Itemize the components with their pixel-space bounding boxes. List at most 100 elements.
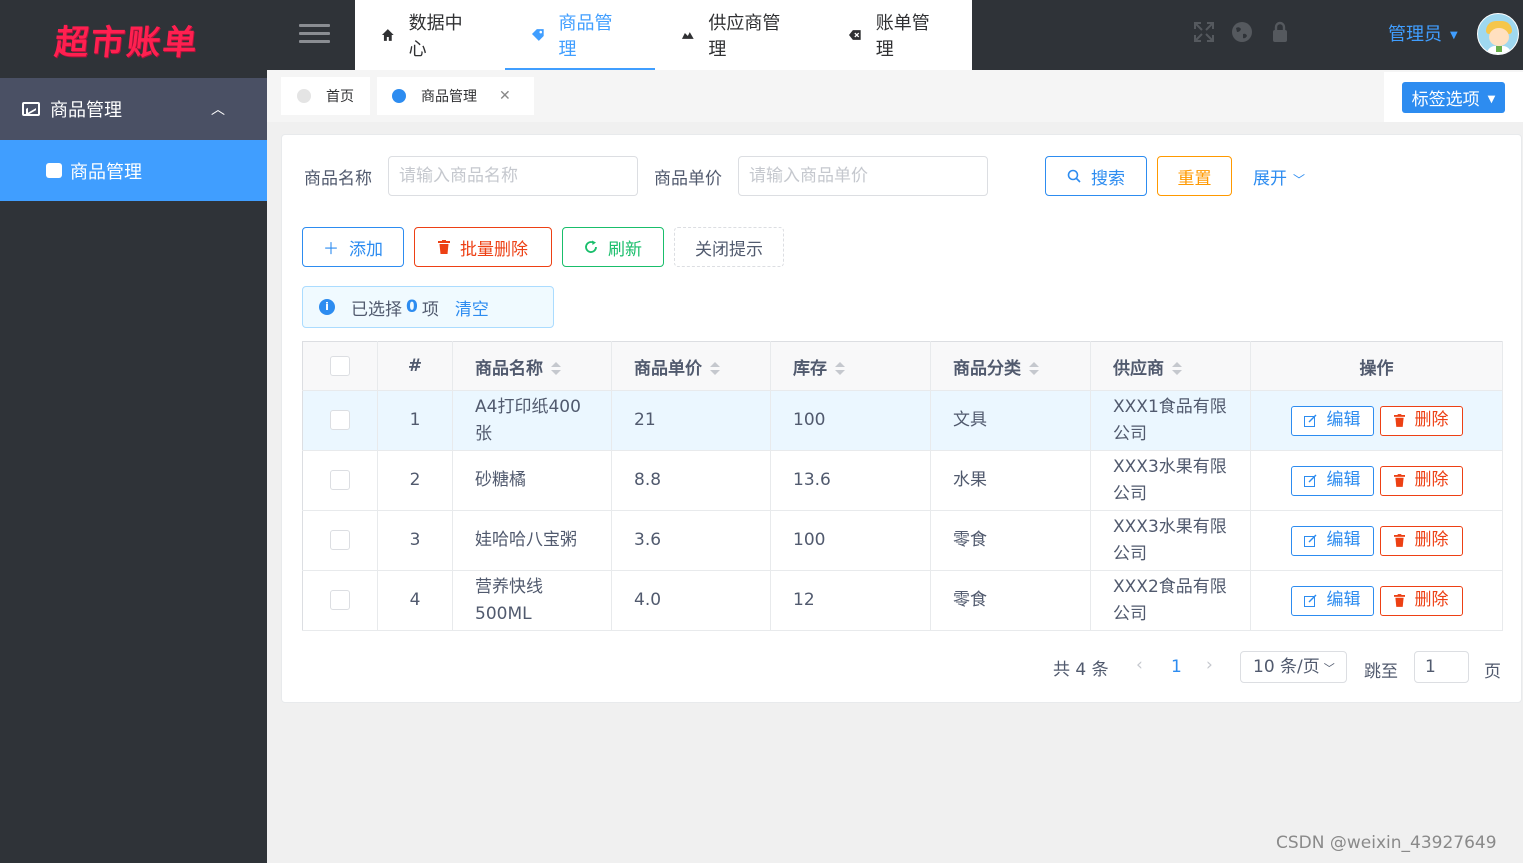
- backspace-icon: [849, 30, 861, 40]
- page-number[interactable]: 1: [1171, 657, 1182, 677]
- caret-down-icon: ▼: [1487, 94, 1496, 105]
- trash-icon: [1393, 534, 1405, 547]
- sort-icon[interactable]: [710, 361, 720, 376]
- main-card: 商品名称 商品单价 搜索 重置 展开 ﹀ ＋ 添加 批量删除 刷新 关闭提示 i …: [281, 134, 1522, 703]
- jump-label: 跳至: [1364, 662, 1398, 682]
- edit-icon: [1303, 414, 1316, 427]
- batch-delete-button[interactable]: 批量删除: [414, 227, 552, 267]
- batch-delete-label: 批量删除: [460, 239, 528, 260]
- edit-button[interactable]: 编辑: [1290, 405, 1374, 436]
- sort-icon[interactable]: [835, 361, 845, 376]
- select-all-checkbox[interactable]: [330, 356, 350, 376]
- edit-button[interactable]: 编辑: [1290, 525, 1374, 556]
- jump-input[interactable]: 1: [1414, 651, 1469, 683]
- edit-button[interactable]: 编辑: [1290, 585, 1374, 616]
- page-size-select[interactable]: 10 条/页 ﹀: [1240, 651, 1347, 683]
- sort-icon[interactable]: [1029, 361, 1039, 376]
- topnav-tab-data-center[interactable]: 数据中心: [355, 0, 505, 70]
- trash-icon: [1393, 474, 1405, 487]
- menu-toggle-icon[interactable]: [299, 24, 330, 44]
- reset-button-label: 重置: [1177, 168, 1212, 189]
- cell-name: 营养快线500ML: [452, 570, 612, 631]
- delete-label: 删除: [1414, 530, 1449, 550]
- column-header-stock[interactable]: 库存: [770, 341, 931, 391]
- table-row[interactable]: 3 娃哈哈八宝粥 3.6 100 零食 XXX3水果有限公司 编辑 删除: [302, 510, 1503, 571]
- globe-icon[interactable]: [1230, 20, 1254, 44]
- topnav-tab-supplier[interactable]: 供应商管理: [655, 0, 822, 70]
- column-header-supplier[interactable]: 供应商: [1090, 341, 1251, 391]
- user-name: 管理员: [1388, 24, 1442, 45]
- chevron-right-icon[interactable]: ›: [1206, 655, 1213, 675]
- dot-icon: [392, 89, 406, 103]
- column-header: #: [377, 341, 453, 391]
- refresh-icon: [585, 240, 597, 253]
- chevron-down-icon: ﹀: [1293, 173, 1306, 187]
- cell-name: 娃哈哈八宝粥: [452, 510, 612, 571]
- selected-count: 0: [406, 297, 418, 317]
- row-check-cell: [302, 450, 378, 511]
- cell-supplier: XXX3水果有限公司: [1090, 450, 1251, 511]
- column-header-price[interactable]: 商品单价: [611, 341, 771, 391]
- delete-label: 删除: [1414, 410, 1449, 430]
- sidebar-item-goods[interactable]: 商品管理: [0, 140, 267, 201]
- close-icon[interactable]: ✕: [499, 88, 511, 104]
- expand-link[interactable]: 展开 ﹀: [1253, 164, 1305, 189]
- expand-label: 展开: [1253, 169, 1287, 189]
- search-button[interactable]: 搜索: [1045, 156, 1147, 196]
- table-row[interactable]: 4 营养快线500ML 4.0 12 零食 XXX2食品有限公司 编辑 删除: [302, 570, 1503, 631]
- sidebar-group-goods[interactable]: 商品管理 ︿: [0, 78, 267, 140]
- row-checkbox[interactable]: [330, 470, 350, 490]
- select-all-cell: [302, 341, 378, 391]
- cell-actions: 编辑 删除: [1250, 390, 1503, 451]
- clear-selection-link[interactable]: 清空: [455, 295, 489, 320]
- row-check-cell: [302, 570, 378, 631]
- add-button[interactable]: ＋ 添加: [302, 227, 404, 267]
- fullscreen-icon[interactable]: [1192, 20, 1216, 44]
- chevron-down-icon: ﹀: [1323, 662, 1335, 675]
- topnav-tab-bill[interactable]: 账单管理: [822, 0, 972, 70]
- edit-button[interactable]: 编辑: [1290, 465, 1374, 496]
- topnav-tab-goods[interactable]: 商品管理: [504, 0, 655, 70]
- row-checkbox[interactable]: [330, 530, 350, 550]
- avatar[interactable]: [1477, 13, 1519, 55]
- row-checkbox[interactable]: [330, 590, 350, 610]
- user-menu[interactable]: 管理员 ▼: [1388, 20, 1458, 46]
- cell-stock: 100: [770, 390, 931, 451]
- refresh-label: 刷新: [608, 239, 642, 260]
- trash-icon: [438, 240, 450, 254]
- column-header-category[interactable]: 商品分类: [930, 341, 1091, 391]
- refresh-button[interactable]: 刷新: [562, 227, 664, 267]
- close-tip-button[interactable]: 关闭提示: [674, 227, 784, 267]
- tab-bar: 首页 商品管理 ✕ 标签选项 ▼: [267, 70, 1523, 122]
- logo[interactable]: 超市账单: [0, 0, 267, 78]
- delete-button[interactable]: 删除: [1379, 525, 1463, 556]
- tab-options: 标签选项 ▼: [1384, 72, 1523, 122]
- edit-icon: [1303, 594, 1316, 607]
- header-icons: [1192, 20, 1292, 44]
- tab-options-button[interactable]: 标签选项 ▼: [1401, 81, 1506, 113]
- topnav-tab-label: 商品管理: [558, 13, 613, 60]
- edit-label: 编辑: [1326, 470, 1361, 490]
- delete-button[interactable]: 删除: [1379, 405, 1463, 436]
- goods-name-input[interactable]: [388, 156, 638, 196]
- sort-icon[interactable]: [551, 361, 561, 376]
- lock-icon[interactable]: [1268, 20, 1292, 44]
- delete-label: 删除: [1414, 590, 1449, 610]
- alert-suffix: 项: [421, 299, 439, 320]
- goods-price-input[interactable]: [738, 156, 988, 196]
- cell-stock: 13.6: [770, 450, 931, 511]
- chevron-left-icon[interactable]: ‹: [1136, 655, 1143, 675]
- row-checkbox[interactable]: [330, 410, 350, 430]
- reset-button[interactable]: 重置: [1157, 156, 1232, 196]
- table-row[interactable]: 2 砂糖橘 8.8 13.6 水果 XXX3水果有限公司 编辑 删除: [302, 450, 1503, 511]
- tab-home[interactable]: 首页: [281, 77, 370, 115]
- column-header-name[interactable]: 商品名称: [452, 341, 612, 391]
- edit-label: 编辑: [1326, 590, 1361, 610]
- table-row[interactable]: 1 A4打印纸400张 21 100 文具 XXX1食品有限公司 编辑 删除: [302, 390, 1503, 451]
- delete-button[interactable]: 删除: [1379, 465, 1463, 496]
- sort-icon[interactable]: [1172, 361, 1182, 376]
- column-header-actions: 操作: [1250, 341, 1503, 391]
- tab-goods[interactable]: 商品管理 ✕: [377, 77, 534, 115]
- delete-button[interactable]: 删除: [1379, 585, 1463, 616]
- edit-label: 编辑: [1326, 410, 1361, 430]
